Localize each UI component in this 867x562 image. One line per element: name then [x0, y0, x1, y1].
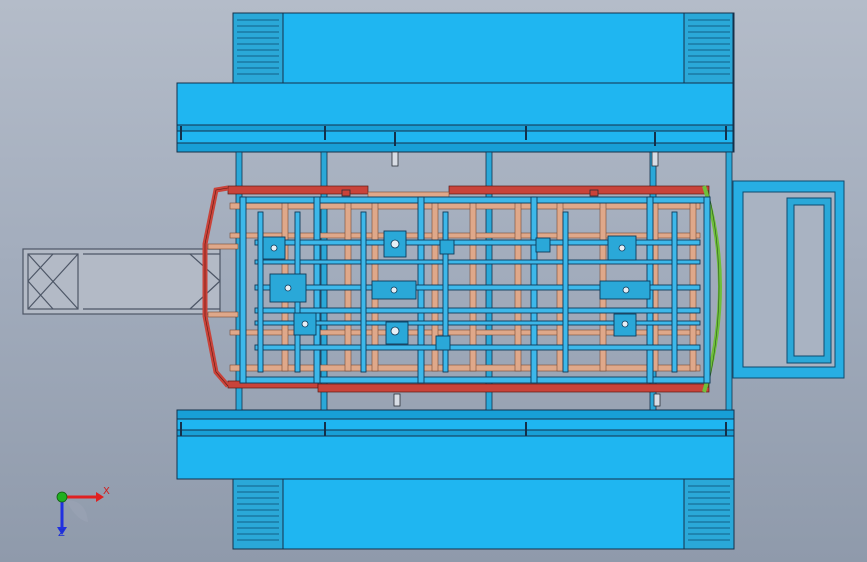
cad-viewport[interactable]: X Z: [0, 0, 867, 562]
bottom-platform[interactable]: [176, 409, 735, 550]
top-platform[interactable]: [176, 12, 735, 153]
left-tow-frame[interactable]: [22, 248, 221, 315]
x-axis-label: X: [103, 486, 110, 497]
right-end-frame[interactable]: [732, 180, 845, 379]
assembly-drawing[interactable]: [0, 0, 867, 562]
z-axis-label: Z: [58, 528, 65, 539]
